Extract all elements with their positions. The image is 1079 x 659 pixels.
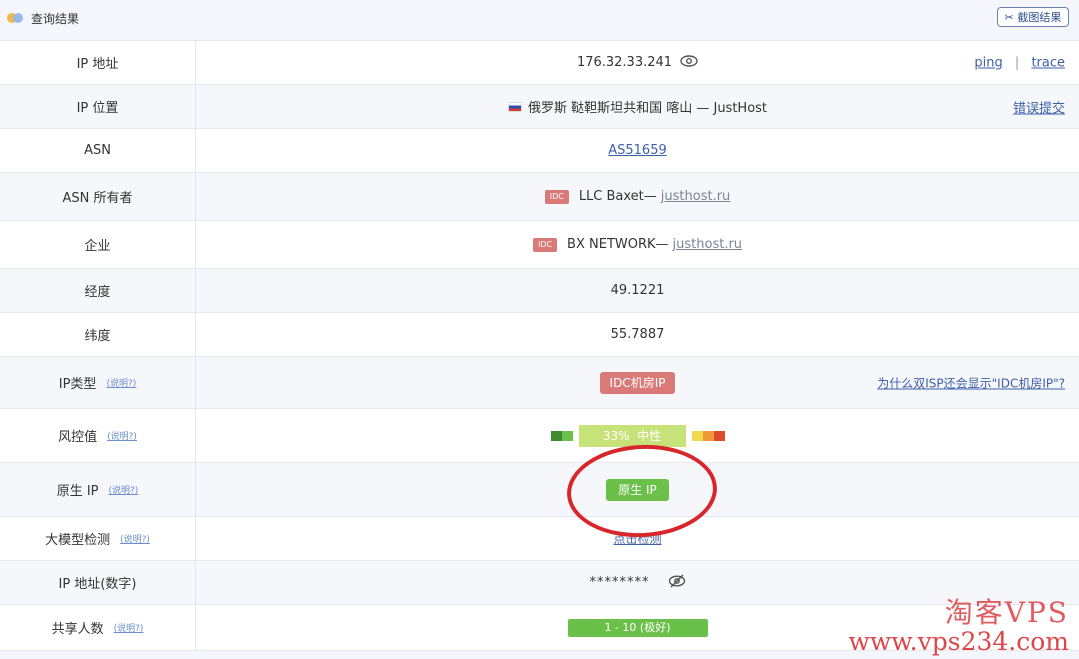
screenshot-result-button[interactable]: ✂ 截图结果: [997, 7, 1069, 27]
screenshot-button-label: 截图结果: [1017, 11, 1062, 24]
label-shared: 共享人数: [51, 622, 104, 637]
row-shared-users: 共享人数 (说明?) 1 - 10 (极好): [0, 605, 1079, 651]
row-ip-address: IP 地址 176.32.33.241 ping | trace: [0, 41, 1079, 85]
llm-help-link[interactable]: (说明?): [120, 532, 150, 545]
native-ip-help-link[interactable]: (说明?): [109, 483, 139, 496]
ping-link[interactable]: ping: [974, 55, 1002, 70]
ip-type-badge: IDC机房IP: [599, 371, 676, 394]
enterprise-name: BX NETWORK—: [567, 237, 669, 252]
label-longitude: 经度: [0, 269, 196, 312]
trace-link[interactable]: trace: [1031, 55, 1065, 70]
label-ip-address: IP 地址: [0, 41, 196, 84]
llm-detect-link[interactable]: 点击检测: [613, 530, 661, 547]
label-ip-numeric: IP 地址(数字): [0, 561, 196, 604]
header-bar: 查询结果 ✂ 截图结果: [0, 0, 1079, 40]
label-native-ip-cell: 原生 IP (说明?): [0, 463, 196, 516]
asn-owner-domain-link[interactable]: justhost.ru: [661, 189, 731, 204]
row-longitude: 经度 49.1221: [0, 269, 1079, 313]
idc-badge: IDC: [532, 237, 558, 252]
russia-flag-icon: [507, 101, 522, 112]
ip-location-value: 俄罗斯 鞑靼斯坦共和国 喀山 — JustHost: [527, 101, 768, 116]
risk-score: 33%: [602, 428, 630, 443]
eye-icon[interactable]: [680, 54, 698, 71]
label-ip-type-cell: IP类型 (说明?): [0, 357, 196, 408]
label-llm: 大模型检测: [45, 533, 111, 548]
row-native-ip: 原生 IP (说明?) 原生 IP: [0, 463, 1079, 517]
dual-isp-question-link[interactable]: 为什么双ISP还会显示"IDC机房IP"?: [877, 376, 1065, 390]
shared-users-bar: 1 - 10 (极好): [567, 618, 708, 637]
label-native-ip: 原生 IP: [56, 484, 99, 499]
label-ip-type: IP类型: [58, 377, 97, 392]
app-logo-icon: [7, 11, 25, 25]
ip-type-help-link[interactable]: (说明?): [106, 376, 136, 389]
result-table: IP 地址 176.32.33.241 ping | trace IP 位置 俄…: [0, 40, 1079, 651]
label-shared-cell: 共享人数 (说明?): [0, 605, 196, 650]
longitude-value: 49.1221: [610, 283, 665, 298]
risk-level: 中性: [637, 428, 662, 443]
risk-meter: 33% 中性: [550, 424, 725, 447]
row-risk: 风控值 (说明?) 33% 中性: [0, 409, 1079, 463]
risk-score-bar: 33% 中性: [578, 424, 686, 447]
latitude-value: 55.7887: [610, 327, 665, 342]
label-llm-cell: 大模型检测 (说明?): [0, 517, 196, 560]
row-enterprise: 企业 IDC BX NETWORK— justhost.ru: [0, 221, 1079, 269]
report-error-link[interactable]: 错误提交: [1013, 101, 1065, 116]
risk-help-link[interactable]: (说明?): [107, 429, 137, 442]
shared-help-link[interactable]: (说明?): [114, 621, 144, 634]
label-risk: 风控值: [58, 430, 98, 445]
scissors-icon: ✂: [1004, 11, 1018, 24]
native-ip-badge: 原生 IP: [606, 478, 669, 501]
label-ip-location: IP 位置: [0, 85, 196, 128]
label-risk-cell: 风控值 (说明?): [0, 409, 196, 462]
label-asn-owner: ASN 所有者: [0, 173, 196, 220]
row-ip-location: IP 位置 俄罗斯 鞑靼斯坦共和国 喀山 — JustHost 错误提交: [0, 85, 1079, 129]
page-title: 查询结果: [31, 12, 80, 26]
label-enterprise: 企业: [0, 221, 196, 268]
enterprise-domain-link[interactable]: justhost.ru: [673, 237, 743, 252]
risk-high-segments: [691, 430, 725, 441]
asn-link[interactable]: AS51659: [608, 143, 667, 158]
risk-low-segments: [550, 430, 573, 441]
ip-numeric-value: ********: [589, 575, 650, 590]
eye-slash-icon[interactable]: [668, 573, 686, 592]
idc-badge: IDC: [544, 189, 569, 204]
row-llm-detect: 大模型检测 (说明?) 点击检测: [0, 517, 1079, 561]
asn-owner-name: LLC Baxet—: [578, 189, 657, 204]
label-asn: ASN: [0, 129, 196, 172]
link-separator: |: [1014, 55, 1020, 70]
row-ip-type: IP类型 (说明?) IDC机房IP 为什么双ISP还会显示"IDC机房IP"?: [0, 357, 1079, 409]
ip-address-value: 176.32.33.241: [576, 55, 673, 70]
row-latitude: 纬度 55.7887: [0, 313, 1079, 357]
row-asn: ASN AS51659: [0, 129, 1079, 173]
label-latitude: 纬度: [0, 313, 196, 356]
row-ip-numeric: IP 地址(数字) ********: [0, 561, 1079, 605]
row-asn-owner: ASN 所有者 IDC LLC Baxet— justhost.ru: [0, 173, 1079, 221]
